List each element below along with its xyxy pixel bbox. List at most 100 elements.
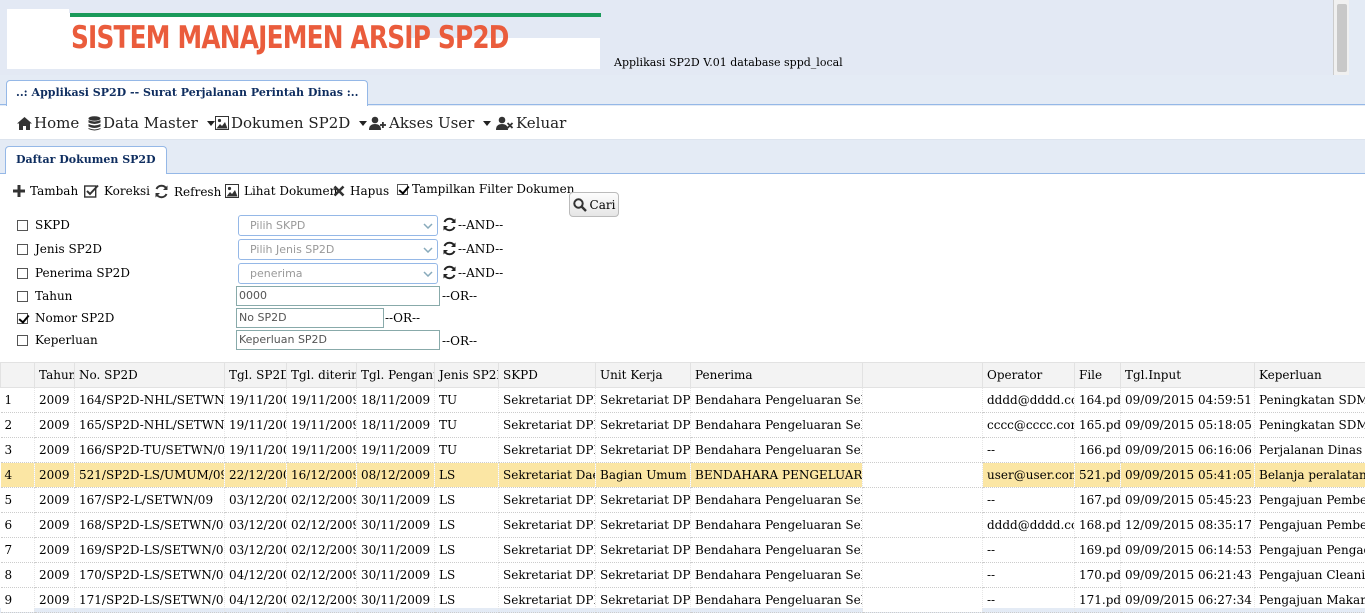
table-cell[interactable]: 02/12/2009 — [287, 513, 357, 538]
table-cell[interactable] — [863, 463, 983, 488]
table-row[interactable]: 42009521/SP2D-LS/UMUM/0922/12/200916/12/… — [1, 463, 1365, 488]
table-cell[interactable]: 19/11/2009 — [225, 438, 287, 463]
table-cell[interactable]: LS — [435, 463, 499, 488]
chevron-down-icon[interactable] — [419, 216, 437, 235]
table-cell[interactable]: Bendahara Pengeluaran Sekretariat — [691, 563, 863, 588]
column-header[interactable]: Tahun — [35, 363, 75, 388]
column-header[interactable]: SKPD — [499, 363, 596, 388]
column-header[interactable]: File — [1075, 363, 1121, 388]
row-number[interactable]: 6 — [1, 513, 35, 538]
table-cell[interactable]: 03/12/2009 — [225, 513, 287, 538]
table-cell[interactable]: 169/SP2D-LS/SETWN/09 — [75, 538, 225, 563]
table-cell[interactable]: 09/09/2015 04:59:51 AM — [1121, 388, 1255, 413]
table-cell[interactable] — [863, 488, 983, 513]
column-header[interactable] — [863, 363, 983, 388]
menu-keluar[interactable]: Keluar — [496, 114, 566, 132]
filter-toggle[interactable]: Tampilkan Filter Dokumen — [397, 182, 574, 196]
table-cell[interactable]: Perjalanan Dinas DPRD — [1255, 438, 1365, 463]
table-cell[interactable]: 2009 — [35, 413, 75, 438]
table-cell[interactable]: 2009 — [35, 538, 75, 563]
table-cell[interactable]: Peningkatan SDM DPRD — [1255, 388, 1365, 413]
menu-akses-user[interactable]: Akses User — [369, 114, 491, 132]
table-cell[interactable]: 168/SP2D-LS/SETWN/09 — [75, 513, 225, 538]
table-cell[interactable]: Sekretariat DPRD — [596, 513, 691, 538]
table-cell[interactable]: 30/11/2009 — [357, 588, 435, 613]
table-cell[interactable]: Sekretariat DPRD — [499, 438, 596, 463]
table-cell[interactable]: TU — [435, 438, 499, 463]
table-cell[interactable] — [863, 438, 983, 463]
table-cell[interactable]: Sekretariat DPRD — [596, 413, 691, 438]
table-cell[interactable]: 09/09/2015 05:45:23 AM — [1121, 488, 1255, 513]
table-cell[interactable]: 168.pdf — [1075, 513, 1121, 538]
row-number[interactable]: 5 — [1, 488, 35, 513]
jenis-select[interactable]: Pilih Jenis SP2D — [238, 239, 438, 260]
table-cell[interactable]: 167/SP2-L/SETWN/09 — [75, 488, 225, 513]
table-cell[interactable]: 2009 — [35, 563, 75, 588]
table-cell[interactable] — [863, 513, 983, 538]
table-cell[interactable]: Bendahara Pengeluaran Sekretariat — [691, 538, 863, 563]
tab-applikasi[interactable]: ..: Applikasi SP2D -- Surat Perjalanan P… — [6, 80, 368, 106]
skpd-select[interactable]: Pilih SKPD — [238, 215, 438, 236]
table-cell[interactable]: 2009 — [35, 463, 75, 488]
table-row[interactable]: 72009169/SP2D-LS/SETWN/0903/12/200902/12… — [1, 538, 1365, 563]
table-cell[interactable]: Belanja peralatan kebersihan — [1255, 463, 1365, 488]
row-number[interactable]: 4 — [1, 463, 35, 488]
table-cell[interactable]: 19/11/2009 — [225, 388, 287, 413]
hapus-button[interactable]: Hapus — [333, 184, 389, 198]
table-cell[interactable]: LS — [435, 513, 499, 538]
table-cell[interactable]: 09/09/2015 05:41:05 AM — [1121, 463, 1255, 488]
row-number[interactable]: 9 — [1, 588, 35, 613]
table-cell[interactable]: 09/09/2015 06:16:06 AM — [1121, 438, 1255, 463]
table-cell[interactable]: 16/12/2009 — [287, 463, 357, 488]
table-cell[interactable]: Sekretariat DPRD — [499, 538, 596, 563]
menu-dokumen[interactable]: Dokumen SP2D — [215, 114, 367, 132]
table-cell[interactable]: 09/09/2015 06:21:43 AM — [1121, 563, 1255, 588]
column-header[interactable]: No. SP2D — [75, 363, 225, 388]
filter-nomor-checkbox[interactable] — [17, 313, 28, 324]
table-cell[interactable]: Sekretariat DPRD — [596, 538, 691, 563]
koreksi-button[interactable]: Koreksi — [84, 184, 150, 198]
column-header[interactable]: Keperluan — [1255, 363, 1365, 388]
table-cell[interactable]: 19/11/2009 — [287, 388, 357, 413]
table-cell[interactable] — [863, 538, 983, 563]
cari-button[interactable]: Cari — [569, 192, 619, 217]
filter-penerima-checkbox[interactable] — [17, 268, 28, 279]
table-cell[interactable]: 02/12/2009 — [287, 488, 357, 513]
table-cell[interactable]: -- — [983, 438, 1075, 463]
table-cell[interactable]: 08/12/2009 — [357, 463, 435, 488]
table-cell[interactable]: 04/12/2009 — [225, 563, 287, 588]
column-header[interactable]: Tgl.Input — [1121, 363, 1255, 388]
row-number[interactable]: 2 — [1, 413, 35, 438]
column-header[interactable]: Tgl. Pengantar — [357, 363, 435, 388]
table-cell[interactable]: Sekretariat DPRD — [499, 488, 596, 513]
table-cell[interactable]: cccc@cccc.com — [983, 413, 1075, 438]
table-cell[interactable]: Sekretariat DPRD — [596, 438, 691, 463]
table-cell[interactable]: LS — [435, 588, 499, 613]
table-cell[interactable]: Sekretariat DPRD — [596, 488, 691, 513]
filter-toggle-checkbox[interactable] — [397, 184, 408, 195]
column-header[interactable]: Unit Kerja — [596, 363, 691, 388]
table-cell[interactable]: Pengajuan Cleaning Service — [1255, 563, 1365, 588]
table-cell[interactable]: user@user.com — [983, 463, 1075, 488]
chevron-down-icon[interactable] — [419, 240, 437, 259]
table-cell[interactable]: -- — [983, 563, 1075, 588]
column-header[interactable]: Operator — [983, 363, 1075, 388]
table-cell[interactable]: 2009 — [35, 488, 75, 513]
menu-home[interactable]: Home — [17, 114, 79, 132]
table-row[interactable]: 12009164/SP2D-NHL/SETWN/0919/11/200919/1… — [1, 388, 1365, 413]
table-cell[interactable]: 22/12/2009 — [225, 463, 287, 488]
table-cell[interactable]: 18/11/2009 — [357, 388, 435, 413]
penerima-select[interactable]: penerima — [238, 263, 438, 284]
table-cell[interactable]: 2009 — [35, 438, 75, 463]
table-cell[interactable]: LS — [435, 488, 499, 513]
filter-keperluan-checkbox[interactable] — [17, 335, 28, 346]
table-cell[interactable]: Bendahara Pengeluaran Sekretariat — [691, 513, 863, 538]
table-row[interactable]: 82009170/SP2D-LS/SETWN/0904/12/200902/12… — [1, 563, 1365, 588]
column-header[interactable]: Tgl. diterima — [287, 363, 357, 388]
keperluan-input[interactable]: Keperluan SP2D — [236, 330, 440, 350]
table-cell[interactable]: 166/SP2D-TU/SETWN/09 — [75, 438, 225, 463]
table-cell[interactable]: 19/11/2009 — [287, 438, 357, 463]
scrollbar[interactable] — [1333, 0, 1349, 75]
table-cell[interactable]: -- — [983, 488, 1075, 513]
table-cell[interactable]: 164/SP2D-NHL/SETWN/09 — [75, 388, 225, 413]
